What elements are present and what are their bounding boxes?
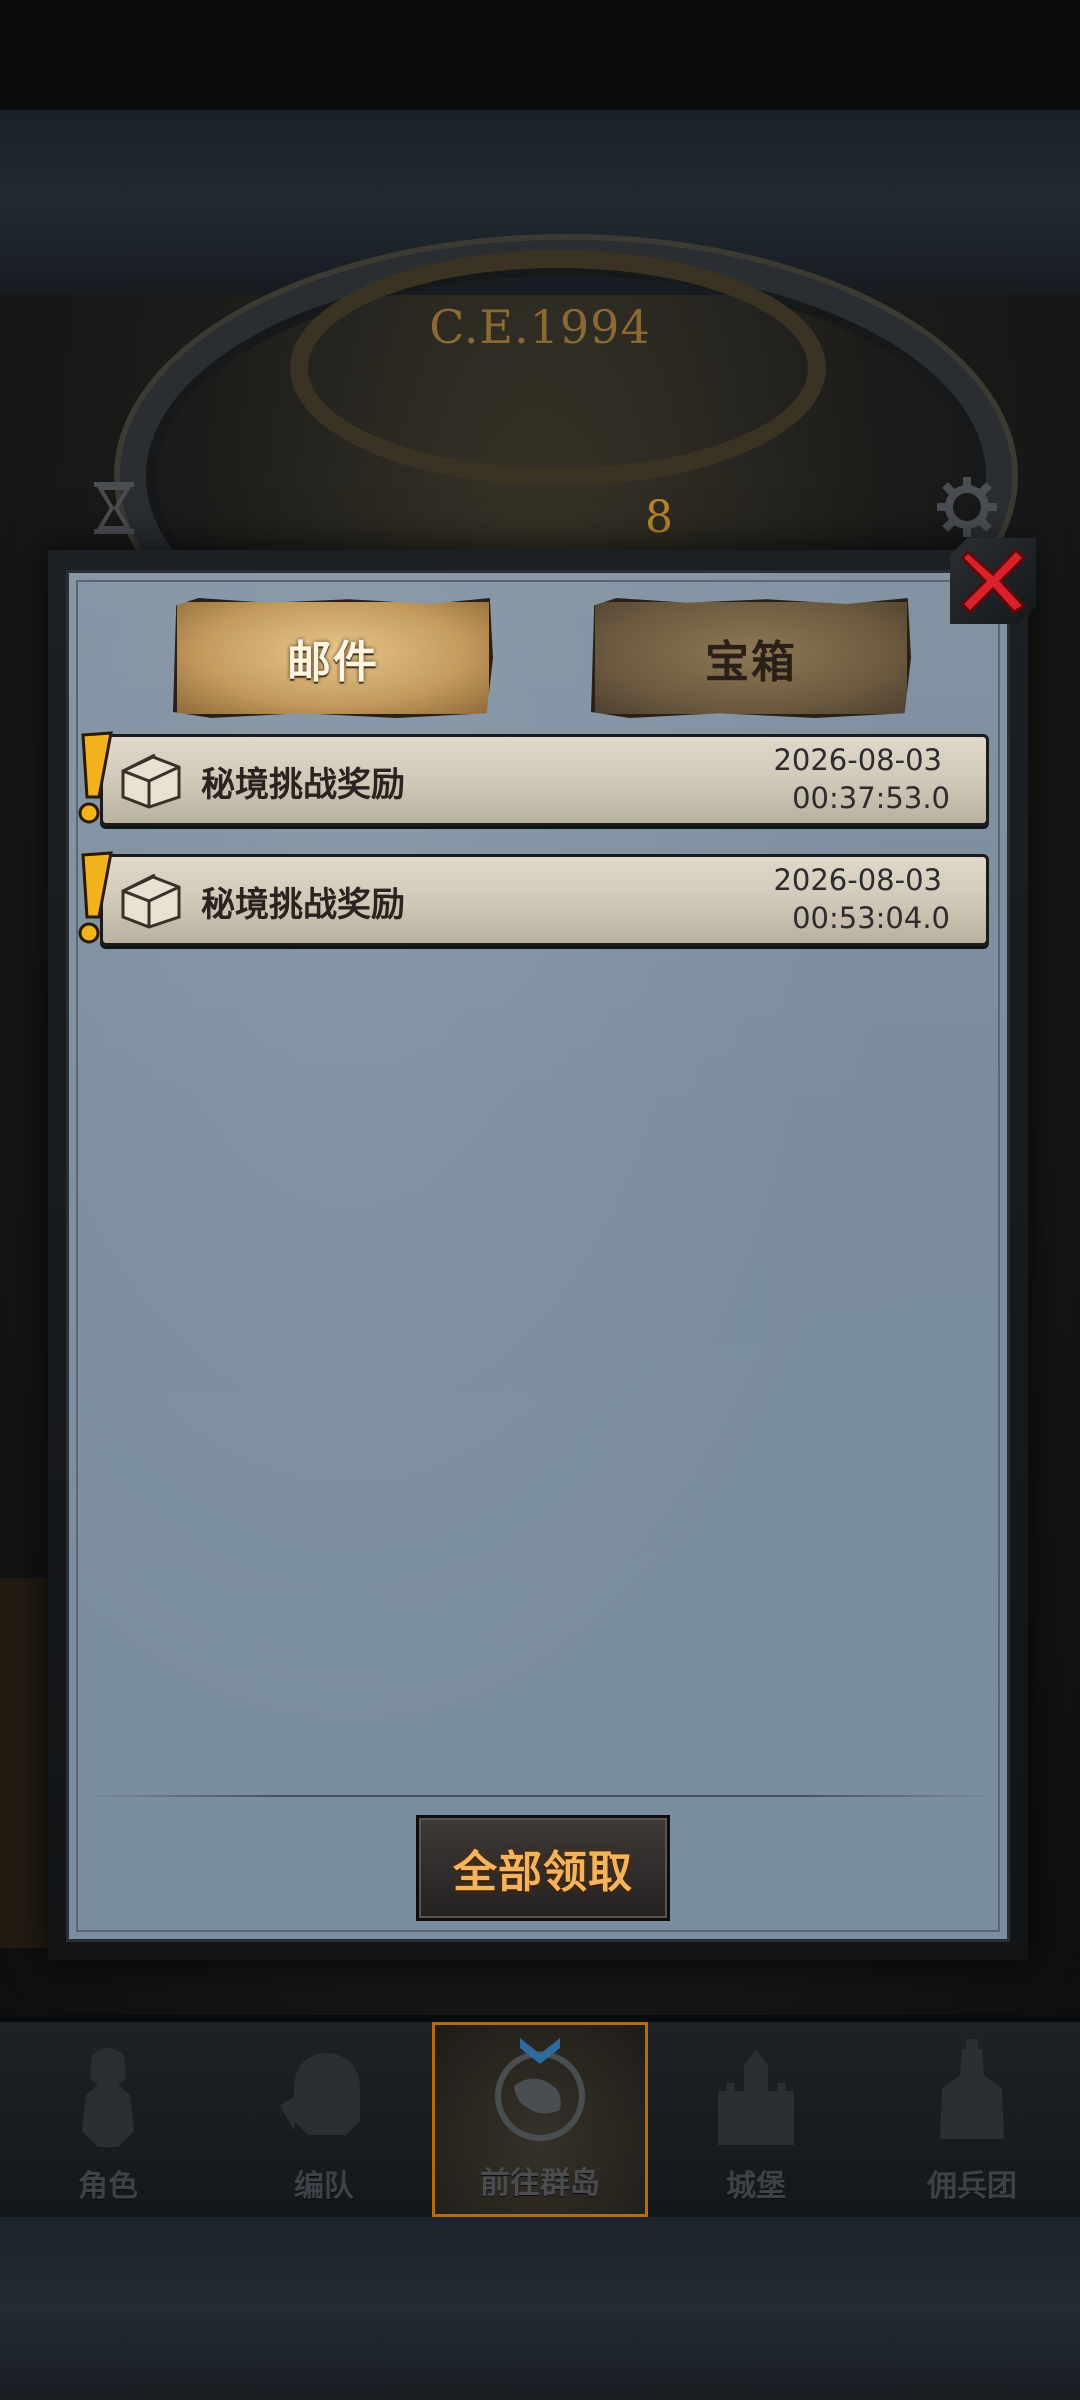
nav-item-mercenary[interactable]: 佣兵团 [864, 2022, 1080, 2217]
era-label: C.E.1994 [429, 300, 651, 354]
tab-mail-label: 邮件 [287, 637, 379, 688]
nav-label: 佣兵团 [927, 2169, 1017, 2204]
mail-title: 秘境挑战奖励 [201, 885, 405, 925]
era-dial-inner [290, 250, 826, 486]
mail-date: 2026-08-03 [773, 863, 942, 897]
knight-icon [82, 2048, 134, 2147]
bottom-nav: 角色 编队 前往群岛 城堡 佣兵团 [0, 2022, 1080, 2217]
claim-all-button[interactable]: 全部领取 [416, 1815, 670, 1921]
nav-label: 城堡 [726, 2169, 786, 2204]
mail-time: 00:53:04.0 [792, 901, 950, 935]
tab-chest[interactable]: 宝箱 [591, 598, 911, 718]
helmet-icon [280, 2053, 360, 2135]
nav-item-castle[interactable]: 城堡 [648, 2022, 864, 2217]
nav-item-character[interactable]: 角色 [0, 2022, 216, 2217]
gear-icon[interactable] [935, 475, 999, 539]
claim-all-label: 全部领取 [453, 1847, 633, 1898]
castle-icon [718, 2049, 794, 2145]
chest-icon [121, 753, 181, 809]
nav-label: 角色 [78, 2169, 138, 2204]
chest-icon [121, 873, 181, 929]
mercenary-icon [940, 2039, 1004, 2139]
mail-item[interactable]: 秘境挑战奖励 2026-08-03 00:37:53.0 [78, 731, 989, 826]
tab-chest-label: 宝箱 [705, 637, 797, 688]
nav-item-formation[interactable]: 编队 [216, 2022, 432, 2217]
globe-icon [495, 2038, 585, 2141]
side-decoration [0, 1578, 48, 1948]
tab-mail[interactable]: 邮件 [173, 598, 493, 718]
mail-item[interactable]: 秘境挑战奖励 2026-08-03 00:53:04.0 [78, 851, 989, 946]
hourglass-icon[interactable] [92, 480, 136, 536]
nav-item-islands[interactable]: 前往群岛 [432, 2022, 648, 2217]
nav-label: 编队 [294, 2169, 354, 2204]
nav-label: 前往群岛 [480, 2166, 600, 2201]
mail-title: 秘境挑战奖励 [201, 765, 405, 805]
close-icon [959, 547, 1027, 615]
dial-highlight-number: 8 [645, 492, 673, 543]
mail-time: 00:37:53.0 [792, 781, 950, 815]
exclamation-icon [78, 851, 113, 944]
close-button[interactable] [950, 538, 1036, 624]
mail-date: 2026-08-03 [773, 743, 942, 777]
exclamation-icon [78, 731, 113, 824]
bottom-banner [0, 2217, 1080, 2400]
divider [84, 1795, 996, 1797]
